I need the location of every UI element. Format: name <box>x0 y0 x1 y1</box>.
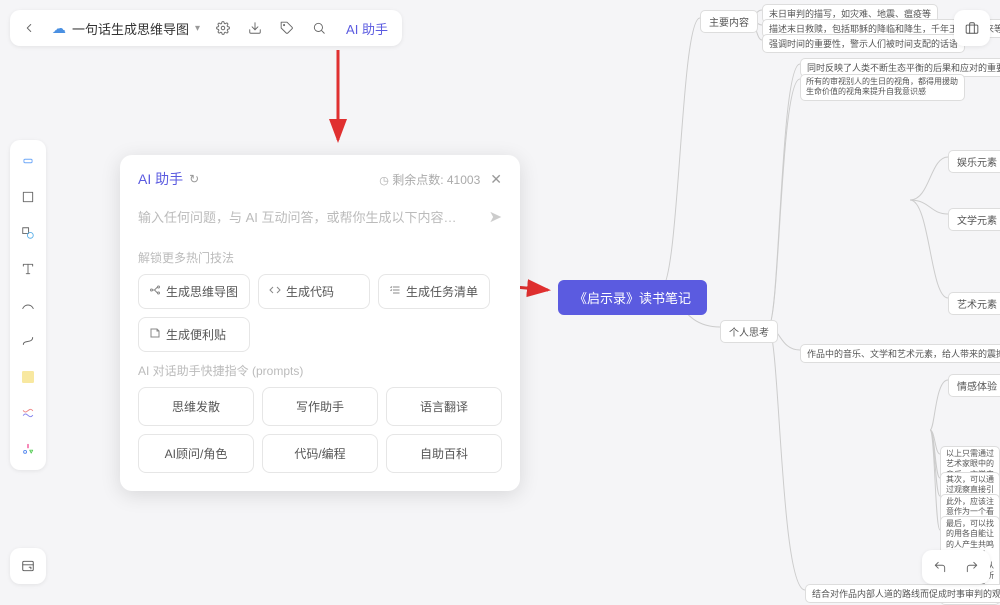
cloud-icon: ☁ <box>52 20 66 37</box>
skills-section-label: 解锁更多热门技法 <box>138 249 502 266</box>
tasklist-icon <box>389 284 401 299</box>
mindmap-node[interactable]: 作品中的音乐、文学和艺术元素，给人带来的震撼的和难得感受 <box>800 344 1000 363</box>
prompt-divergent-thinking[interactable]: 思维发散 <box>138 387 254 426</box>
mindmap-node[interactable]: 个人思考 <box>720 320 778 343</box>
chevron-down-icon: ▾ <box>195 23 200 34</box>
mindmap-node[interactable]: 艺术元素 <box>948 292 1000 315</box>
tag-button[interactable] <box>272 14 302 42</box>
briefcase-button[interactable] <box>954 10 990 46</box>
skill-generate-code[interactable]: 生成代码 <box>258 274 370 309</box>
sticky-icon <box>149 327 161 342</box>
prompt-encyclopedia[interactable]: 自助百科 <box>386 434 502 473</box>
skill-generate-sticky[interactable]: 生成便利贴 <box>138 317 250 352</box>
node-tool[interactable] <box>13 146 43 176</box>
send-button[interactable]: ➤ <box>489 207 502 227</box>
mindmap-icon <box>149 284 161 299</box>
mindmap-node[interactable]: 同时反映了人类不断生态平衡的后果和应对的重要性 <box>800 58 1000 77</box>
prompt-translation[interactable]: 语言翻译 <box>386 387 502 426</box>
mindmap-root-node[interactable]: 《启示录》读书笔记 <box>558 280 707 315</box>
skill-label: 生成便利贴 <box>166 326 226 343</box>
refresh-icon[interactable]: ↻ <box>189 172 199 186</box>
redo-button[interactable] <box>958 554 986 580</box>
mindmap-node[interactable]: 强调时间的重要性，警示人们被时间支配的话语 <box>762 34 965 53</box>
mindmap-node[interactable]: 主要内容 <box>700 10 758 33</box>
export-button[interactable] <box>240 14 270 42</box>
close-button[interactable]: ✕ <box>490 171 502 188</box>
mindmap-node[interactable]: 此外，应该注意作为一个看透者，从得 <box>940 494 1000 531</box>
prompt-coding[interactable]: 代码/编程 <box>262 434 378 473</box>
undo-button[interactable] <box>926 554 954 580</box>
sticky-note-tool[interactable] <box>13 362 43 392</box>
mindmap-node[interactable]: 文学元素 <box>948 208 1000 231</box>
shape-tool[interactable] <box>13 218 43 248</box>
document-title-dropdown[interactable]: ☁ 一句话生成思维导图 ▾ <box>46 19 206 38</box>
tool-sidebar <box>10 140 46 470</box>
expand-panel-button[interactable] <box>10 548 46 584</box>
skill-label: 生成思维导图 <box>166 283 238 300</box>
top-toolbar: ☁ 一句话生成思维导图 ▾ AI 助手 <box>10 10 402 46</box>
code-icon <box>269 284 281 299</box>
skill-label: 生成代码 <box>286 283 334 300</box>
back-button[interactable] <box>14 14 44 42</box>
undo-redo-group <box>922 550 990 584</box>
relation-tool[interactable] <box>13 398 43 428</box>
prompt-writing-assistant[interactable]: 写作助手 <box>262 387 378 426</box>
ai-prompt-input[interactable] <box>138 210 479 225</box>
ai-panel-title: AI 助手 <box>138 169 183 189</box>
pen-tool[interactable] <box>13 290 43 320</box>
ai-assistant-panel: AI 助手 ↻ ◷ 剩余点数: 41003 ✕ ➤ 解锁更多热门技法 生成思维导… <box>120 155 520 491</box>
mindmap-node[interactable]: 所有的审视别人的生日的视角，都得用援助生命价值的视角来提升自我意识感 <box>800 74 965 101</box>
ai-assistant-toolbar-button[interactable]: AI 助手 <box>336 15 398 42</box>
skill-generate-tasklist[interactable]: 生成任务清单 <box>378 274 490 309</box>
text-tool[interactable] <box>13 254 43 284</box>
mindmap-node[interactable]: 以上只需通过艺术家眼中的音乐、文学来看 <box>940 446 1000 494</box>
skill-generate-mindmap[interactable]: 生成思维导图 <box>138 274 250 309</box>
settings-button[interactable] <box>208 14 238 42</box>
search-button[interactable] <box>304 14 334 42</box>
more-shapes-tool[interactable] <box>13 434 43 464</box>
prompts-section-label: AI 对话助手快捷指令 (prompts) <box>138 362 502 379</box>
skill-label: 生成任务清单 <box>406 283 478 300</box>
frame-tool[interactable] <box>13 182 43 212</box>
connector-tool[interactable] <box>13 326 43 356</box>
prompt-ai-consultant[interactable]: AI顾问/角色 <box>138 434 254 473</box>
mindmap-node[interactable]: 末日审判的描写，如灾难、地震、瘟疫等 <box>762 4 938 23</box>
mindmap-node[interactable]: 娱乐元素 <box>948 150 1000 173</box>
document-title: 一句话生成思维导图 <box>72 19 189 38</box>
mindmap-node[interactable]: 其次，可以通过观察直接引发震撼共性，从 <box>940 472 1000 520</box>
mindmap-node[interactable]: 情感体验 <box>948 374 1000 397</box>
points-remaining-label: ◷ 剩余点数: 41003 <box>379 171 480 188</box>
